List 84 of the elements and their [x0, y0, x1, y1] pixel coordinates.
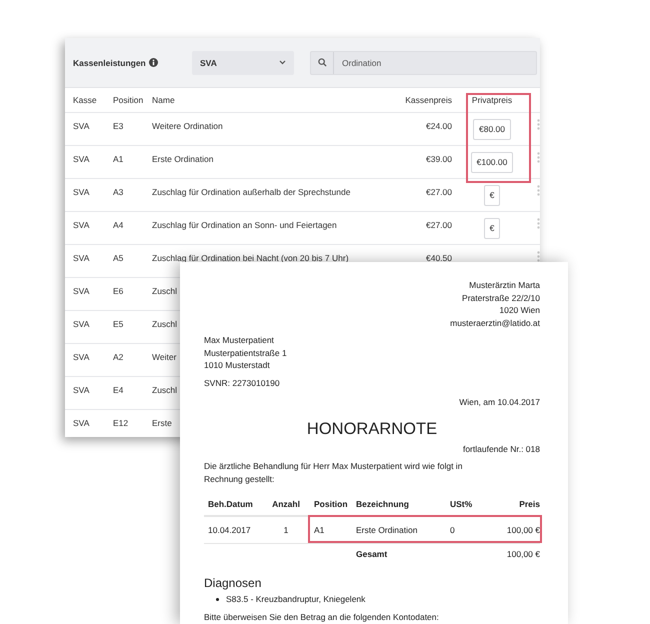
table-cell-text: Zuschl: [152, 318, 178, 329]
sender-address-line: musteraerztin@latido.at: [450, 318, 540, 328]
total-value: 100,00 €: [506, 548, 540, 561]
column-header: Anzahl: [266, 494, 306, 516]
table-cell-text: €27.00: [426, 219, 452, 230]
table-cell: A1: [306, 516, 356, 544]
column-header: Kassenpreis: [405, 95, 452, 105]
table-cell-text: E4: [113, 384, 124, 395]
table-cell-text: €39.00: [426, 153, 452, 164]
bullet-icon: [216, 598, 219, 601]
table-cell-text: Erste Ordination: [152, 153, 214, 164]
column-header: Preis: [490, 494, 540, 516]
column-header: Kasse: [73, 95, 97, 105]
more-icon[interactable]: [536, 185, 540, 196]
insurance-number: SVNR: 2273010190: [204, 378, 280, 388]
column-header: Name: [152, 95, 175, 105]
payment-note: Bitte überweisen Sie den Betrag an die folgenden Kontodaten:: [204, 612, 439, 622]
table-cell: 1: [266, 516, 306, 544]
diagnosis-item: S83.5 - Kreuzbandruptur, Kniegelenk: [226, 593, 366, 606]
table-cell-text: A5: [113, 252, 124, 263]
section-title: Diagnosen: [204, 576, 262, 590]
more-icon[interactable]: [536, 218, 540, 229]
table-cell-text: SVA: [73, 153, 90, 164]
table-cell-text: Zuschlag für Ordination bei Nacht (von 20 bis 7 Uhr): [152, 252, 349, 263]
table-cell-text: A1: [113, 153, 124, 164]
table-cell-text: A3: [113, 186, 124, 197]
table-cell-text: Weitere Ordination: [152, 120, 223, 131]
table-cell-text: Zuschl: [152, 384, 178, 395]
invoice-date: Wien, am 10.04.2017: [459, 397, 540, 407]
price-input[interactable]: €100.00: [470, 152, 514, 172]
table-cell: 10.04.2017: [204, 516, 266, 544]
table-cell-text: SVA: [73, 219, 90, 230]
insurer-dropdown[interactable]: SVA: [192, 50, 294, 74]
column-header: Privatpreis: [472, 95, 512, 105]
column-header: Beh.Datum: [204, 494, 266, 516]
info-icon[interactable]: [148, 58, 158, 67]
table-cell-text: €27.00: [426, 186, 452, 197]
table-cell-text: Erste: [152, 417, 172, 428]
table-cell-text: €40.50: [426, 252, 452, 263]
table-cell-text: Weiter: [152, 351, 176, 362]
table-cell-text: SVA: [73, 285, 90, 296]
column-header: Position: [113, 95, 144, 105]
table-cell-text: A4: [113, 219, 124, 230]
table-cell-text: E6: [113, 285, 124, 296]
table-cell: Erste Ordination: [356, 516, 450, 544]
search-icon: [318, 58, 326, 67]
table-cell-text: A2: [113, 351, 124, 362]
sender-address-line: Praterstraße 22/2/10: [462, 292, 540, 302]
recipient-address-line: Musterpatientstraße 1: [204, 348, 287, 358]
table-cell-text: Zuschlag für Ordination an Sonn- und Feiertagen: [152, 219, 337, 230]
table-cell-text: E5: [113, 318, 124, 329]
recipient-address-line: 1010 Musterstadt: [204, 360, 270, 370]
document-title: HONORARNOTE: [306, 420, 438, 438]
column-header: USt%: [450, 494, 490, 516]
table-cell-text: SVA: [73, 186, 90, 197]
table-cell-text: SVA: [73, 120, 90, 131]
sender-address-line: Musterärztin Marta: [469, 280, 540, 290]
section-title: Kassenleistungen: [73, 58, 146, 68]
table-cell-text: SVA: [73, 384, 90, 395]
price-input[interactable]: €: [484, 218, 500, 238]
search-field[interactable]: Ordination: [310, 50, 537, 74]
table-cell-text: SVA: [73, 417, 90, 428]
total-label: Gesamt: [356, 548, 388, 561]
table-cell-text: Zuschl: [152, 285, 178, 296]
more-icon[interactable]: [536, 119, 540, 130]
more-icon[interactable]: [536, 152, 540, 163]
column-header: Position: [306, 494, 356, 516]
recipient-address-line: Max Musterpatient: [204, 335, 274, 345]
chevron-down-icon: [279, 60, 286, 65]
price-input[interactable]: €: [484, 184, 500, 206]
table-cell-text: SVA: [73, 318, 90, 329]
table-cell-text: €24.00: [426, 120, 452, 131]
table-cell: 0: [450, 516, 490, 544]
sender-address-line: 1020 Wien: [499, 305, 540, 315]
column-header: Bezeichnung: [356, 494, 450, 516]
table-cell-text: E3: [113, 120, 124, 131]
table-cell-text: Zuschlag für Ordination außerhalb der Sprechstunde: [152, 186, 350, 197]
intro-text: Die ärztliche Behandlung für Herr Max Musterpatient wird wie folgt in Rechnung gestellt:: [204, 460, 464, 485]
table-cell-text: SVA: [73, 252, 90, 263]
invoice-number: fortlaufende Nr.: 018: [462, 444, 540, 454]
table-cell: 100,00 €: [490, 516, 540, 544]
table-cell-text: SVA: [73, 351, 90, 362]
table-cell-text: E12: [113, 417, 128, 428]
price-input[interactable]: €80.00: [473, 118, 511, 140]
